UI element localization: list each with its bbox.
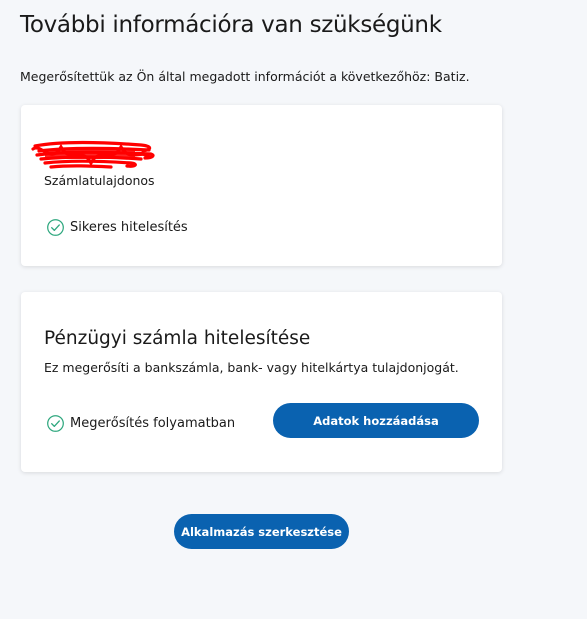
- confirmation-status-text: Megerősítés folyamatban: [70, 416, 236, 431]
- page-title: További információra van szükségünk: [20, 12, 442, 38]
- card-title: Pénzügyi számla hitelesítése: [44, 328, 311, 349]
- account-owner-card: Számlatulajdonos Sikeres hitelesítés: [21, 105, 502, 266]
- card-description: Ez megerősíti a bankszámla, bank- vagy h…: [44, 360, 459, 375]
- verification-status-text: Sikeres hitelesítés: [70, 220, 188, 235]
- redacted-name-scribble: [31, 140, 155, 169]
- check-circle-icon: [47, 415, 64, 432]
- confirmation-status: Megerősítés folyamatban: [46, 414, 235, 433]
- edit-application-button[interactable]: Alkalmazás szerkesztése: [174, 514, 349, 549]
- verification-status: Sikeres hitelesítés: [46, 218, 188, 237]
- check-circle-icon: [47, 219, 64, 236]
- financial-verification-card: Pénzügyi számla hitelesítése Ez megerősí…: [21, 292, 502, 472]
- account-owner-label: Számlatulajdonos: [44, 173, 155, 188]
- intro-text: Megerősítettük az Ön által megadott info…: [20, 69, 470, 84]
- add-details-button[interactable]: Adatok hozzáadása: [273, 403, 479, 438]
